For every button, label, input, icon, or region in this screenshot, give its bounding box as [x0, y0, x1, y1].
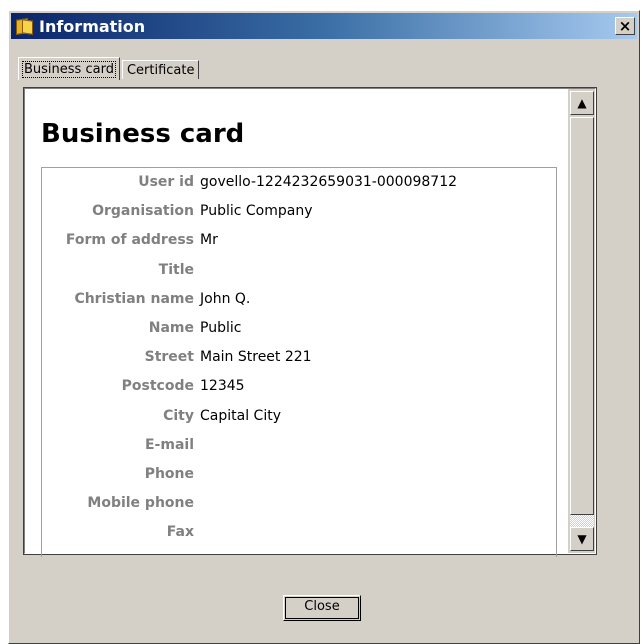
- field-label: Postcode: [121, 378, 194, 395]
- field-label: Organisation: [92, 203, 194, 220]
- window-title: Information: [39, 16, 146, 36]
- field-row: Mobile phone: [42, 493, 556, 513]
- field-label: Form of address: [65, 232, 194, 249]
- field-row: E-mail: [42, 435, 556, 455]
- field-row: Fax: [42, 522, 556, 542]
- field-value: John Q.: [200, 290, 251, 307]
- field-value: Capital City: [200, 407, 281, 424]
- field-label: Name: [148, 320, 194, 336]
- field-label: Title: [158, 261, 194, 278]
- close-button[interactable]: Close: [283, 595, 361, 621]
- field-label: Phone: [144, 466, 194, 482]
- scroll-down-icon[interactable]: ▼: [570, 527, 594, 551]
- tab-business-card-label: Business card: [22, 61, 116, 78]
- scroll-up-icon[interactable]: ▲: [570, 91, 594, 115]
- field-row: Postcode 12345: [42, 376, 556, 396]
- field-row: Phone: [42, 464, 556, 484]
- field-label: E-mail: [144, 436, 194, 453]
- field-label: City: [163, 407, 194, 424]
- business-card-panel: Business card User id govello-12242326590…: [23, 87, 597, 557]
- field-value: Public Company: [200, 203, 313, 220]
- field-label: User id: [138, 174, 194, 190]
- field-row: Organisation Public Company: [42, 201, 556, 221]
- field-row: Street Main Street 221: [42, 347, 556, 367]
- field-value: Mr: [200, 232, 218, 249]
- tab-business-card[interactable]: Business card: [18, 57, 120, 80]
- book-icon: [15, 17, 33, 35]
- field-row: Name Public: [42, 318, 556, 338]
- field-row: User id govello-1224232659031-000098712: [42, 172, 556, 192]
- field-label: Mobile phone: [87, 495, 194, 512]
- field-row: Form of address Mr: [42, 230, 556, 250]
- field-label: Fax: [166, 524, 194, 541]
- fields-table: User id govello-1224232659031-000098712 Or…: [41, 167, 557, 557]
- field-row: Title: [42, 260, 556, 280]
- page-title: Business card: [41, 119, 245, 149]
- tab-strip: Business card Certificate: [18, 55, 201, 80]
- field-value: govello-1224232659031-000098712: [200, 174, 458, 190]
- field-label: Street: [144, 349, 194, 366]
- field-row: Christian name John Q.: [42, 289, 556, 309]
- tab-certificate[interactable]: Certificate: [121, 60, 200, 79]
- field-value: Main Street 221: [200, 349, 312, 366]
- field-label: Christian name: [74, 290, 194, 307]
- tab-certificate-label: Certificate: [126, 63, 195, 78]
- scroll-track[interactable]: [570, 515, 594, 527]
- close-icon[interactable]: ×: [615, 17, 635, 35]
- vertical-scrollbar[interactable]: ▲ ▼: [568, 89, 595, 553]
- field-row: City Capital City: [42, 406, 556, 426]
- title-bar[interactable]: Information ×: [11, 13, 637, 39]
- close-button-label: Close: [304, 599, 340, 614]
- scroll-thumb[interactable]: [570, 117, 594, 515]
- field-value: 12345: [200, 378, 245, 395]
- field-value: Public: [200, 320, 242, 336]
